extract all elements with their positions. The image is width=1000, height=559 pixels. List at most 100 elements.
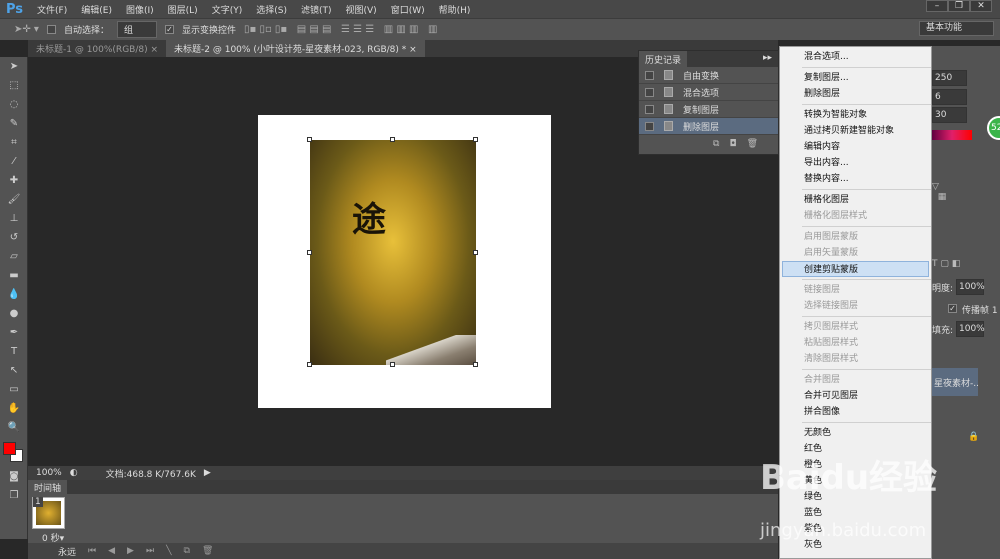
move-tool-icon[interactable]: ➤✛ ▾	[14, 24, 39, 35]
quick-select-tool-icon[interactable]: ✎	[0, 114, 28, 133]
new-document-icon[interactable]: ⧉	[713, 139, 729, 149]
align-icons[interactable]: ▯▪ ▯▫ ▯▪ ▤ ▤ ▤ ☰ ☰ ☰ ▥ ▥ ▥ ▥	[244, 24, 437, 35]
auto-select-dropdown[interactable]: 组	[116, 21, 157, 38]
color-slider[interactable]	[932, 130, 972, 140]
gradient-tool-icon[interactable]: ▬	[0, 266, 28, 285]
type-tool-icon[interactable]: T	[0, 342, 28, 361]
shape-tool-icon[interactable]: ▭	[0, 380, 28, 399]
tab-untitled-2[interactable]: 未标题-2 @ 100% (小叶设计苑-星夜素材-023, RGB/8) * ×	[166, 40, 425, 57]
history-item[interactable]: 自由变换	[639, 67, 778, 84]
history-checkbox[interactable]	[645, 87, 654, 97]
show-transform-checkbox[interactable]: ✓	[164, 25, 174, 34]
close-tab-icon[interactable]: ×	[409, 45, 417, 55]
delete-frame-icon[interactable]: 🗑	[202, 546, 213, 556]
menu-item[interactable]: 文件(F)	[37, 3, 67, 16]
next-frame-icon[interactable]: ⏭	[146, 546, 154, 556]
context-menu-item[interactable]: 栅格化图层	[780, 192, 931, 208]
share-icon[interactable]: ◐	[70, 468, 78, 478]
transform-handle[interactable]	[390, 137, 395, 142]
menu-item[interactable]: 图像(I)	[126, 3, 154, 16]
first-frame-icon[interactable]: ⏮	[88, 546, 96, 556]
history-item[interactable]: 删除图层	[639, 118, 778, 135]
history-brush-icon[interactable]: ↺	[0, 228, 28, 247]
duplicate-frame-icon[interactable]: ⧉	[184, 546, 190, 556]
menu-item[interactable]: 帮助(H)	[439, 3, 471, 16]
transform-handle[interactable]	[390, 362, 395, 367]
menu-item[interactable]: 滤镜(T)	[301, 3, 332, 16]
zoom-tool-icon[interactable]: 🔍	[0, 418, 28, 437]
hand-tool-icon[interactable]: ✋	[0, 399, 28, 418]
context-menu-item[interactable]: 创建剪贴蒙版	[782, 261, 929, 277]
history-checkbox[interactable]	[645, 104, 654, 114]
timeline-tab[interactable]: 时间轴	[28, 480, 68, 495]
menu-item[interactable]: 视图(V)	[346, 3, 377, 16]
transform-handle[interactable]	[307, 250, 312, 255]
layer-filter-icons[interactable]: T ▢ ◧	[932, 259, 960, 269]
context-menu-item[interactable]: 拼合图像	[780, 404, 931, 420]
context-menu-item[interactable]: 合并可见图层	[780, 388, 931, 404]
context-menu-item[interactable]: 删除图层	[780, 86, 931, 102]
close-tab-icon[interactable]: ×	[150, 45, 158, 55]
crop-tool-icon[interactable]: ⌗	[0, 133, 28, 152]
path-select-icon[interactable]: ↖	[0, 361, 28, 380]
menu-item[interactable]: 选择(S)	[256, 3, 287, 16]
pen-tool-icon[interactable]: ✒	[0, 323, 28, 342]
forest-image-layer[interactable]: 途	[310, 140, 476, 365]
stamp-tool-icon[interactable]: ⊥	[0, 209, 28, 228]
context-menu-item[interactable]: 替换内容...	[780, 171, 931, 187]
menu-item[interactable]: 图层(L)	[168, 3, 198, 16]
restore-button[interactable]: ❐	[948, 0, 970, 12]
red-value-input[interactable]: 250	[932, 70, 967, 86]
context-menu-item[interactable]: 无颜色	[780, 425, 931, 441]
workspace-dropdown[interactable]: 基本功能	[919, 21, 994, 36]
opacity-input[interactable]: 100%	[956, 279, 985, 295]
history-tab[interactable]: 历史记录	[639, 51, 688, 67]
move-tool-icon[interactable]: ➤	[0, 57, 28, 76]
history-checkbox[interactable]	[645, 121, 654, 131]
dodge-tool-icon[interactable]: ●	[0, 304, 28, 323]
transform-handle[interactable]	[307, 137, 312, 142]
blue-value-input[interactable]: 30	[932, 107, 967, 123]
blur-tool-icon[interactable]: 💧	[0, 285, 28, 304]
snapshot-icon[interactable]: ◘	[729, 139, 746, 149]
propagate-checkbox[interactable]: ✓	[948, 304, 957, 313]
context-menu-item[interactable]: 混合选项...	[780, 49, 931, 65]
context-menu-item[interactable]: 蓝色	[780, 505, 931, 521]
context-menu-item[interactable]: 复制图层...	[780, 70, 931, 86]
minimize-button[interactable]: –	[926, 0, 948, 12]
transform-handle[interactable]	[473, 250, 478, 255]
trash-icon[interactable]: 🗑	[747, 139, 768, 149]
lasso-tool-icon[interactable]: ◌	[0, 95, 28, 114]
loop-dropdown[interactable]: 永远	[58, 545, 76, 558]
zoom-level[interactable]: 100%	[36, 468, 62, 478]
marquee-tool-icon[interactable]: ⬚	[0, 76, 28, 95]
foreground-color-swatch[interactable]	[3, 442, 16, 455]
play-icon[interactable]: ▶	[127, 546, 134, 556]
layer-row-selected[interactable]: 星夜素材-...	[932, 368, 978, 396]
menu-item[interactable]: 文字(Y)	[212, 3, 243, 16]
healing-tool-icon[interactable]: ✚	[0, 171, 28, 190]
tween-icon[interactable]: ╲	[166, 546, 171, 556]
quick-mask-icon[interactable]: ◙	[0, 467, 28, 486]
context-menu-item[interactable]: 转换为智能对象	[780, 107, 931, 123]
context-menu-item[interactable]: 编辑内容	[780, 139, 931, 155]
close-button[interactable]: ✕	[970, 0, 992, 12]
history-checkbox[interactable]	[645, 70, 654, 80]
fill-input[interactable]: 100%	[956, 321, 985, 337]
history-item[interactable]: 混合选项	[639, 84, 778, 101]
brush-tool-icon[interactable]: 🖌	[0, 190, 28, 209]
status-menu-arrow[interactable]: ▶	[204, 468, 211, 478]
menu-item[interactable]: 编辑(E)	[81, 3, 112, 16]
transform-handle[interactable]	[473, 137, 478, 142]
transform-handle[interactable]	[307, 362, 312, 367]
adjustment-icons[interactable]: ▽ ▦	[932, 182, 946, 202]
menu-item[interactable]: 窗口(W)	[391, 3, 425, 16]
eraser-tool-icon[interactable]: ▱	[0, 247, 28, 266]
history-item[interactable]: 复制图层	[639, 101, 778, 118]
panel-menu-icon[interactable]: ▸▸	[757, 51, 778, 67]
prev-frame-icon[interactable]: ◀	[108, 546, 115, 556]
transform-handle[interactable]	[473, 362, 478, 367]
green-value-input[interactable]: 6	[932, 89, 967, 105]
color-swatches[interactable]	[0, 437, 27, 467]
auto-select-checkbox[interactable]	[46, 25, 56, 34]
